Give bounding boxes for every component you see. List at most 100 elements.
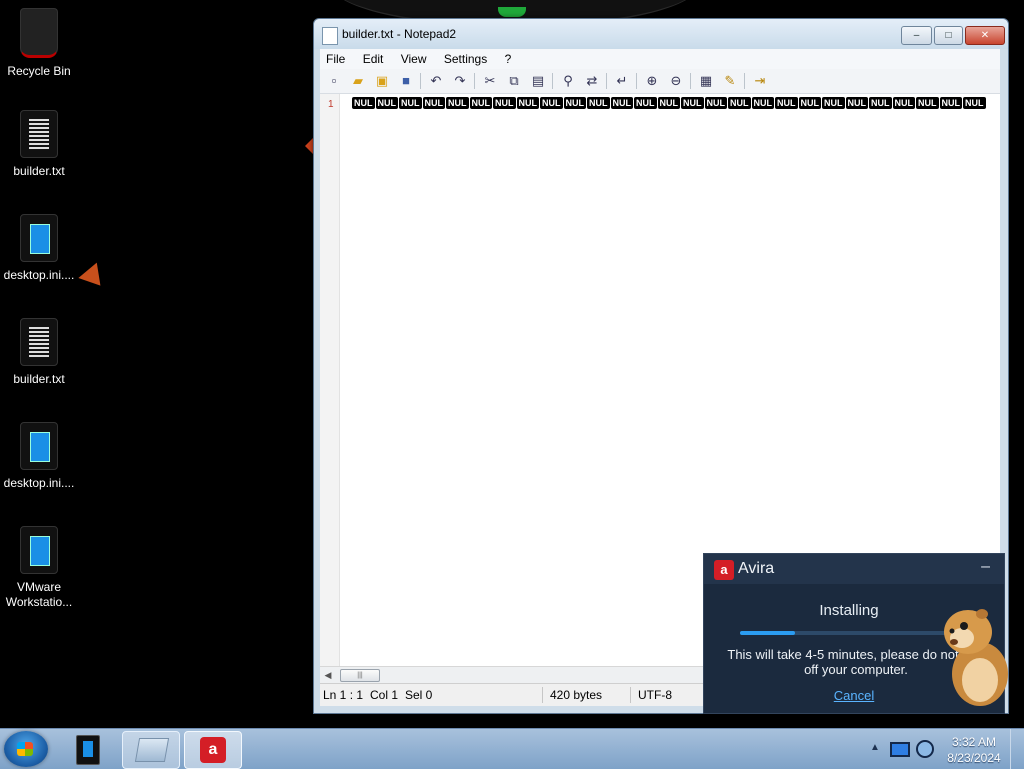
status-position: Ln 1 : 1 — [323, 688, 364, 702]
menu-file[interactable]: File — [320, 49, 351, 69]
vmware-icon — [20, 526, 58, 574]
desktop-icon-builder-txt[interactable]: builder.txt — [0, 110, 78, 179]
paste-icon[interactable]: ▤ — [530, 73, 546, 89]
toolbar-separator — [420, 73, 421, 89]
nul-character: NUL — [610, 97, 633, 109]
nul-character: NUL — [446, 97, 469, 109]
nul-character: NUL — [540, 97, 563, 109]
close-button[interactable]: ✕ — [965, 26, 1005, 45]
nul-character: NUL — [563, 97, 586, 109]
nul-character: NUL — [751, 97, 774, 109]
text-file-icon — [20, 318, 58, 366]
nul-character: NUL — [916, 97, 939, 109]
zoom-out-icon[interactable]: ⊖ — [668, 73, 684, 89]
nul-character: NUL — [845, 97, 868, 109]
avira-minimize-button[interactable]: – — [981, 558, 990, 576]
exit-icon[interactable]: ⇥ — [752, 73, 768, 89]
desktop-icon-label: Recycle Bin — [7, 64, 71, 78]
nul-character: NUL — [681, 97, 704, 109]
clock-date: 8/23/2024 — [947, 751, 1001, 765]
system-clock[interactable]: 3:32 AM 8/23/2024 — [944, 734, 1004, 766]
nul-character: NUL — [352, 97, 375, 109]
taskbar-item-explorer[interactable] — [64, 731, 116, 767]
desktop-icon-label: desktop.ini.... — [3, 268, 75, 282]
desktop-icon-desktop-ini[interactable]: desktop.ini.... — [0, 214, 78, 283]
scheme-icon[interactable]: ▦ — [698, 73, 714, 89]
nul-character: NUL — [869, 97, 892, 109]
nul-character: NUL — [939, 97, 962, 109]
toolbar: ▫ ▰ ▣ ■ ↶ ↷ ✂ ⧉ ▤ ⚲ ⇄ ↵ ⊕ ⊖ ▦ ✎ ⇥ — [320, 69, 1000, 94]
file-explorer-icon — [76, 735, 100, 765]
desktop-icon-label: VMware Workstatio... — [5, 580, 73, 609]
customize-icon[interactable]: ✎ — [722, 73, 738, 89]
menu-settings[interactable]: Settings — [438, 49, 493, 69]
open-icon[interactable]: ▰ — [350, 73, 366, 89]
scroll-left-icon[interactable]: ◀ — [322, 669, 334, 681]
text-file-icon — [20, 110, 58, 158]
settings-file-icon — [20, 214, 58, 262]
menu-bar: File Edit View Settings ? — [320, 49, 1000, 69]
settings-file-icon — [20, 422, 58, 470]
show-desktop-button[interactable] — [1010, 729, 1024, 769]
desktop-icon-label: builder.txt — [13, 372, 65, 386]
save-icon[interactable]: ■ — [398, 73, 414, 89]
status-size: 420 bytes — [550, 688, 603, 702]
nul-character: NUL — [634, 97, 657, 109]
taskbar-item-notepad2[interactable] — [122, 731, 180, 769]
maximize-button[interactable]: □ — [934, 26, 963, 45]
status-encoding: UTF-8 — [638, 688, 672, 702]
nul-character: NUL — [375, 97, 398, 109]
nul-character: NUL — [422, 97, 445, 109]
toolbar-separator — [474, 73, 475, 89]
menu-edit[interactable]: Edit — [357, 49, 390, 69]
status-column: Col 1 — [370, 688, 399, 702]
notepad2-icon — [134, 738, 170, 762]
undo-icon[interactable]: ↶ — [428, 73, 444, 89]
avira-title: Avira — [738, 560, 775, 577]
replace-icon[interactable]: ⇄ — [584, 73, 600, 89]
avira-header: a Avira – — [704, 554, 1004, 584]
title-bar[interactable]: builder.txt - Notepad2 – □ ✕ — [314, 19, 1008, 49]
recycle-bin-icon — [20, 8, 58, 58]
notepad-icon — [322, 27, 338, 45]
status-divider — [630, 687, 631, 703]
start-button[interactable] — [4, 731, 48, 767]
nul-character: NUL — [493, 97, 516, 109]
nul-character: NUL — [963, 97, 986, 109]
new-icon[interactable]: ▫ — [326, 73, 342, 89]
editor-content: NUL NUL NUL NUL NUL NUL NUL NUL NUL NUL NUL NUL NUL N… — [352, 97, 1000, 109]
copy-icon[interactable]: ⧉ — [506, 73, 522, 89]
taskbar-item-avira[interactable]: a — [184, 731, 242, 769]
desktop-icon-recycle-bin[interactable]: Recycle Bin — [0, 8, 78, 79]
toolbar-separator — [690, 73, 691, 89]
desktop-icon-vmware[interactable]: VMware Workstatio... — [0, 526, 78, 610]
status-selection: Sel 0 — [405, 688, 433, 702]
menu-view[interactable]: View — [395, 49, 433, 69]
network-tray-icon[interactable] — [916, 740, 934, 758]
nul-character: NUL — [798, 97, 821, 109]
cut-icon[interactable]: ✂ — [482, 73, 498, 89]
browse-icon[interactable]: ▣ — [374, 73, 390, 89]
line-number-gutter: 1 — [320, 94, 340, 666]
find-icon[interactable]: ⚲ — [560, 73, 576, 89]
toolbar-separator — [552, 73, 553, 89]
desktop-icon-builder-txt-2[interactable]: builder.txt — [0, 318, 78, 387]
wordwrap-icon[interactable]: ↵ — [614, 73, 630, 89]
nul-character: NUL — [587, 97, 610, 109]
show-hidden-icons-icon[interactable]: ▲ — [870, 742, 880, 753]
nul-character: NUL — [516, 97, 539, 109]
nul-character: NUL — [728, 97, 751, 109]
zoom-in-icon[interactable]: ⊕ — [644, 73, 660, 89]
display-tray-icon[interactable] — [890, 742, 910, 757]
scroll-thumb[interactable]: ||| — [340, 669, 380, 682]
toolbar-separator — [744, 73, 745, 89]
clock-time: 3:32 AM — [951, 735, 997, 749]
menu-help[interactable]: ? — [499, 49, 518, 69]
minimize-button[interactable]: – — [901, 26, 932, 45]
redo-icon[interactable]: ↷ — [452, 73, 468, 89]
desktop-icon-desktop-ini-2[interactable]: desktop.ini.... — [0, 422, 78, 491]
avira-logo-icon: a — [714, 560, 734, 580]
toolbar-separator — [636, 73, 637, 89]
install-progress-bar — [740, 631, 950, 635]
avira-installer-popup: a Avira – Installing This will take 4-5 … — [703, 553, 1008, 714]
